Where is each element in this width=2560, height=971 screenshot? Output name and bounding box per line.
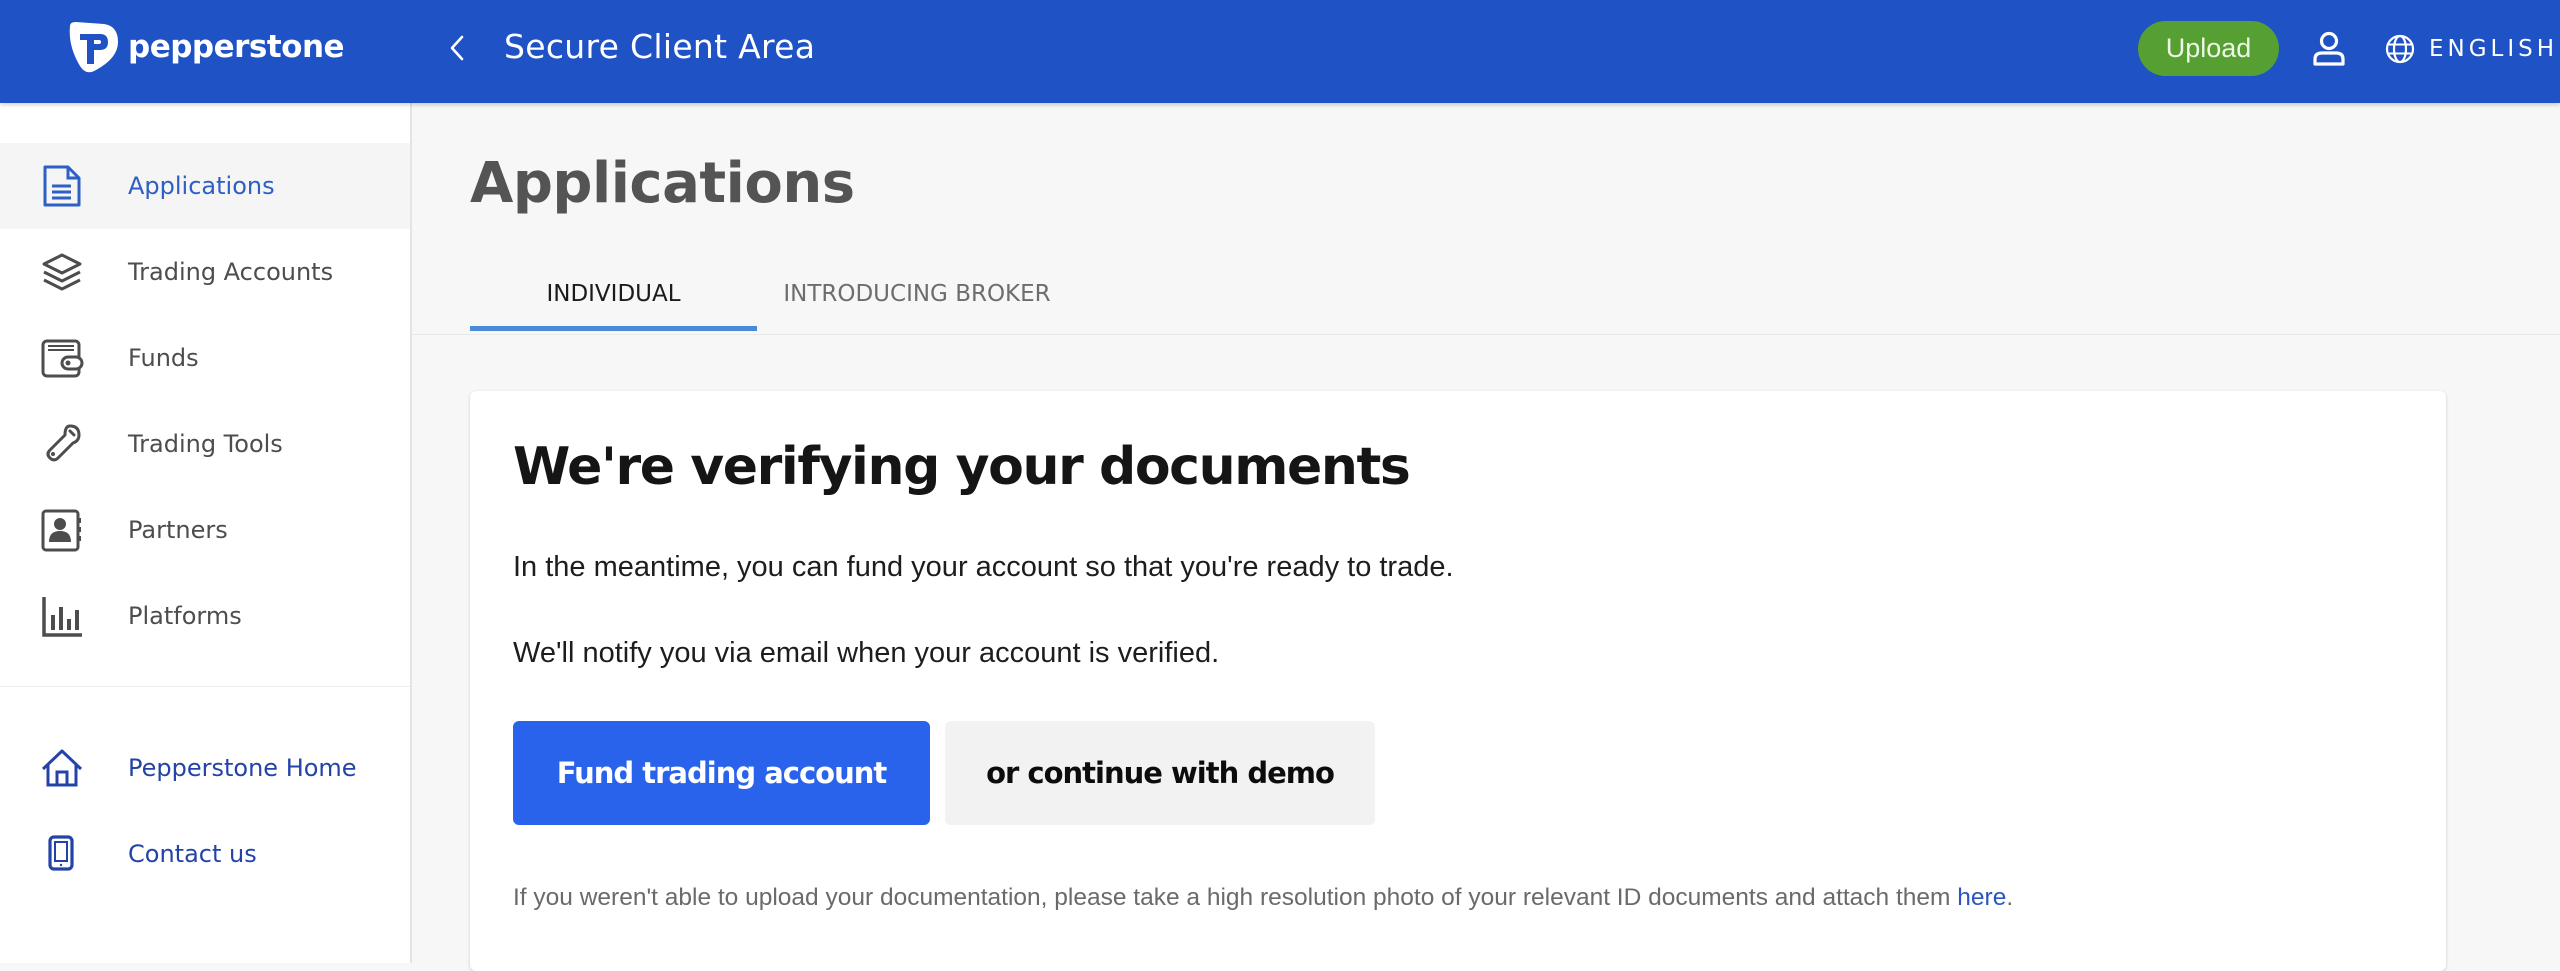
card-paragraph-fund: In the meantime, you can fund your accou…: [513, 551, 1454, 583]
upload-here-link[interactable]: here: [1957, 884, 2006, 911]
sidebar-item-trading-tools[interactable]: Trading Tools: [0, 401, 410, 487]
sidebar-item-applications[interactable]: Applications: [0, 143, 410, 229]
main-content: Applications INDIVIDUAL INTRODUCING BROK…: [412, 103, 2560, 971]
active-tab-indicator: [470, 326, 757, 331]
sidebar-divider: [0, 686, 410, 687]
pepperstone-logo-icon: [69, 22, 118, 73]
sidebar-item-funds[interactable]: Funds: [0, 315, 410, 401]
sidebar-item-label: Pepperstone Home: [128, 754, 357, 782]
upload-help-end: .: [2006, 884, 2014, 911]
verification-card: We're verifying your documents In the me…: [470, 391, 2446, 971]
upload-help-text: If you weren't able to upload your docum…: [513, 884, 1958, 911]
fund-trading-account-button[interactable]: Fund trading account: [513, 721, 930, 825]
sidebar-item-label: Contact us: [128, 840, 257, 868]
app-title: Secure Client Area: [504, 27, 816, 66]
brand-name: pepperstone: [128, 29, 345, 65]
language-selector[interactable]: ENGLISH: [2384, 28, 2558, 70]
sidebar-link-contact-us[interactable]: Contact us: [0, 811, 410, 897]
page-title: Applications: [470, 151, 855, 216]
upload-button[interactable]: Upload: [2138, 21, 2279, 76]
sidebar-item-label: Funds: [128, 344, 199, 372]
chevron-left-icon: [450, 35, 464, 61]
bar-chart-icon: [40, 593, 84, 639]
wallet-icon: [40, 335, 84, 381]
sidebar: Applications Trading Accounts Funds Trad…: [0, 103, 412, 963]
top-header: pepperstone Secure Client Area Upload EN…: [0, 0, 2560, 103]
upload-help-note: If you weren't able to upload your docum…: [513, 884, 2013, 912]
pepperstone-logo[interactable]: pepperstone: [64, 20, 345, 74]
sidebar-item-partners[interactable]: Partners: [0, 487, 410, 573]
continue-with-demo-button[interactable]: or continue with demo: [945, 721, 1375, 825]
contact-book-icon: [40, 507, 84, 553]
card-paragraph-notify: We'll notify you via email when your acc…: [513, 637, 1220, 669]
sidebar-item-label: Platforms: [128, 602, 242, 630]
card-heading: We're verifying your documents: [513, 437, 1411, 497]
sidebar-item-label: Trading Accounts: [128, 258, 334, 286]
document-icon: [40, 163, 84, 209]
phone-icon: [40, 831, 84, 877]
user-profile-button[interactable]: [2308, 28, 2350, 70]
tab-individual[interactable]: INDIVIDUAL: [470, 253, 757, 335]
sidebar-item-label: Partners: [128, 516, 228, 544]
language-label: ENGLISH: [2429, 36, 2559, 62]
wrench-icon: [40, 421, 84, 467]
sidebar-link-pepperstone-home[interactable]: Pepperstone Home: [0, 725, 410, 811]
sidebar-item-trading-accounts[interactable]: Trading Accounts: [0, 229, 410, 315]
tab-introducing-broker[interactable]: INTRODUCING BROKER: [757, 253, 1077, 335]
user-icon: [2313, 31, 2345, 66]
sidebar-item-label: Trading Tools: [128, 430, 283, 458]
sidebar-item-label: Applications: [128, 172, 275, 200]
back-button[interactable]: [440, 30, 476, 66]
home-icon: [40, 745, 84, 791]
layers-icon: [40, 249, 84, 295]
globe-icon: [2385, 34, 2415, 64]
application-tabs: INDIVIDUAL INTRODUCING BROKER: [412, 253, 2560, 335]
sidebar-item-platforms[interactable]: Platforms: [0, 573, 410, 659]
